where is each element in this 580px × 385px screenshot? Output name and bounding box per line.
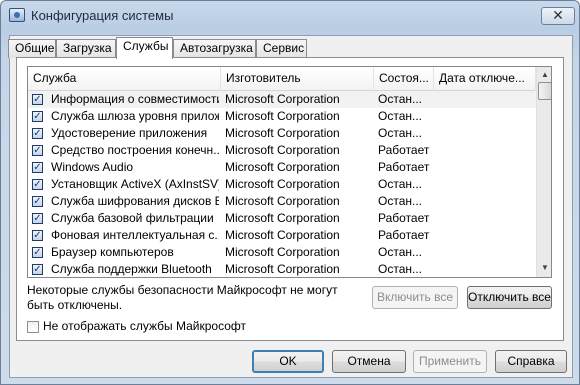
disable-all-button[interactable]: Отключить все	[467, 286, 552, 309]
window-title: Конфигурация системы	[31, 8, 174, 23]
help-button[interactable]: Справка	[495, 350, 567, 373]
hide-microsoft-services-box[interactable]	[27, 321, 39, 333]
close-button[interactable]: ✕	[541, 7, 575, 25]
service-status: Работает	[378, 211, 430, 225]
scroll-up-arrow-icon[interactable]: ▲	[538, 68, 551, 82]
hide-microsoft-services-label: Не отображать службы Майкрософт	[43, 319, 247, 333]
service-vendor: Microsoft Corporation	[225, 92, 340, 106]
service-vendor: Microsoft Corporation	[225, 262, 340, 276]
service-name: Windows Audio	[51, 160, 134, 174]
vertical-scrollbar[interactable]: ▲ ▼	[536, 67, 551, 277]
service-name: Служба шифрования дисков Bi...	[51, 194, 219, 208]
enable-all-button[interactable]: Включить все	[372, 286, 458, 309]
service-checkbox[interactable]: ✓	[32, 196, 43, 207]
cancel-button[interactable]: Отмена	[332, 350, 406, 373]
service-vendor: Microsoft Corporation	[225, 228, 340, 242]
ok-button[interactable]: OK	[252, 350, 324, 373]
table-row[interactable]: ✓ Фоновая интеллектуальная с... Microsof…	[28, 227, 536, 244]
service-name: Фоновая интеллектуальная с...	[51, 228, 219, 242]
column-header-manufacturer[interactable]: Изготовитель	[221, 67, 374, 91]
scroll-down-arrow-icon[interactable]: ▼	[538, 261, 551, 275]
service-checkbox[interactable]: ✓	[32, 94, 43, 105]
service-status: Работает	[378, 160, 430, 174]
security-services-note: Некоторые службы безопасности Майкрософт…	[27, 283, 338, 312]
service-checkbox[interactable]: ✓	[32, 230, 43, 241]
service-status: Работает	[378, 143, 430, 157]
title-bar[interactable]: Конфигурация системы ✕	[1, 1, 579, 29]
service-date	[438, 210, 533, 227]
service-name: Служба базовой фильтрации	[51, 211, 214, 225]
services-list[interactable]: Служба Изготовитель Состоя... Дата отклю…	[27, 66, 552, 278]
service-status: Остан...	[378, 194, 422, 208]
table-row[interactable]: ✓ Информация о совместимости ... Microso…	[28, 91, 536, 108]
tab-general[interactable]: Общие	[8, 39, 56, 58]
service-status: Остан...	[378, 177, 422, 191]
table-row[interactable]: ✓ Установщик ActiveX (AxInstSV) Microsof…	[28, 176, 536, 193]
list-header: Служба Изготовитель Состоя... Дата отклю…	[28, 67, 536, 91]
service-date	[438, 108, 533, 125]
service-status: Остан...	[378, 245, 422, 259]
service-vendor: Microsoft Corporation	[225, 160, 340, 174]
column-header-service[interactable]: Служба	[28, 67, 221, 91]
msconfig-app-icon	[9, 8, 25, 22]
service-checkbox[interactable]: ✓	[32, 111, 43, 122]
service-vendor: Microsoft Corporation	[225, 245, 340, 259]
column-header-date-disabled[interactable]: Дата отключе...	[434, 67, 536, 91]
table-row[interactable]: ✓ Windows Audio Microsoft Corporation Ра…	[28, 159, 536, 176]
service-name: Информация о совместимости ...	[51, 92, 219, 106]
service-vendor: Microsoft Corporation	[225, 143, 340, 157]
service-date	[438, 227, 533, 244]
tab-tools[interactable]: Сервис	[256, 39, 307, 58]
service-name: Удостоверение приложения	[51, 126, 208, 140]
scrollbar-thumb[interactable]	[538, 82, 551, 100]
apply-button[interactable]: Применить	[413, 350, 487, 373]
table-row[interactable]: ✓ Служба шлюза уровня прилож... Microsof…	[28, 108, 536, 125]
service-name: Служба шлюза уровня прилож...	[51, 109, 219, 123]
service-rows: ✓ Информация о совместимости ... Microso…	[28, 91, 536, 277]
system-configuration-window: Конфигурация системы ✕ Общие Загрузка Сл…	[0, 0, 580, 385]
service-checkbox[interactable]: ✓	[32, 162, 43, 173]
table-row[interactable]: ✓ Служба базовой фильтрации Microsoft Co…	[28, 210, 536, 227]
table-row[interactable]: ✓ Удостоверение приложения Microsoft Cor…	[28, 125, 536, 142]
service-date	[438, 244, 533, 261]
service-checkbox[interactable]: ✓	[32, 179, 43, 190]
service-name: Установщик ActiveX (AxInstSV)	[51, 177, 219, 191]
service-checkbox[interactable]: ✓	[32, 128, 43, 139]
service-vendor: Microsoft Corporation	[225, 194, 340, 208]
service-vendor: Microsoft Corporation	[225, 126, 340, 140]
service-vendor: Microsoft Corporation	[225, 177, 340, 191]
service-checkbox[interactable]: ✓	[32, 264, 43, 275]
service-checkbox[interactable]: ✓	[32, 247, 43, 258]
tab-boot[interactable]: Загрузка	[56, 39, 116, 58]
service-status: Остан...	[378, 126, 422, 140]
service-name: Средство построения конечн...	[51, 143, 219, 157]
tab-startup[interactable]: Автозагрузка	[173, 39, 256, 58]
service-checkbox[interactable]: ✓	[32, 213, 43, 224]
service-date	[438, 176, 533, 193]
service-date	[438, 159, 533, 176]
table-row[interactable]: ✓ Служба поддержки Bluetooth Microsoft C…	[28, 261, 536, 277]
table-row[interactable]: ✓ Браузер компьютеров Microsoft Corporat…	[28, 244, 536, 261]
service-name: Браузер компьютеров	[51, 245, 174, 259]
table-row[interactable]: ✓ Средство построения конечн... Microsof…	[28, 142, 536, 159]
service-date	[438, 125, 533, 142]
service-status: Остан...	[378, 262, 422, 276]
service-date	[438, 261, 533, 277]
tab-services[interactable]: Службы	[116, 37, 173, 59]
service-status: Остан...	[378, 92, 422, 106]
service-name: Служба поддержки Bluetooth	[51, 262, 212, 276]
service-date	[438, 142, 533, 159]
service-vendor: Microsoft Corporation	[225, 109, 340, 123]
service-status: Остан...	[378, 109, 422, 123]
service-vendor: Microsoft Corporation	[225, 211, 340, 225]
service-status: Работает	[378, 228, 430, 242]
service-checkbox[interactable]: ✓	[32, 145, 43, 156]
table-row[interactable]: ✓ Служба шифрования дисков Bi... Microso…	[28, 193, 536, 210]
column-header-status[interactable]: Состоя...	[374, 67, 434, 91]
service-date	[438, 193, 533, 210]
service-date	[438, 91, 533, 108]
